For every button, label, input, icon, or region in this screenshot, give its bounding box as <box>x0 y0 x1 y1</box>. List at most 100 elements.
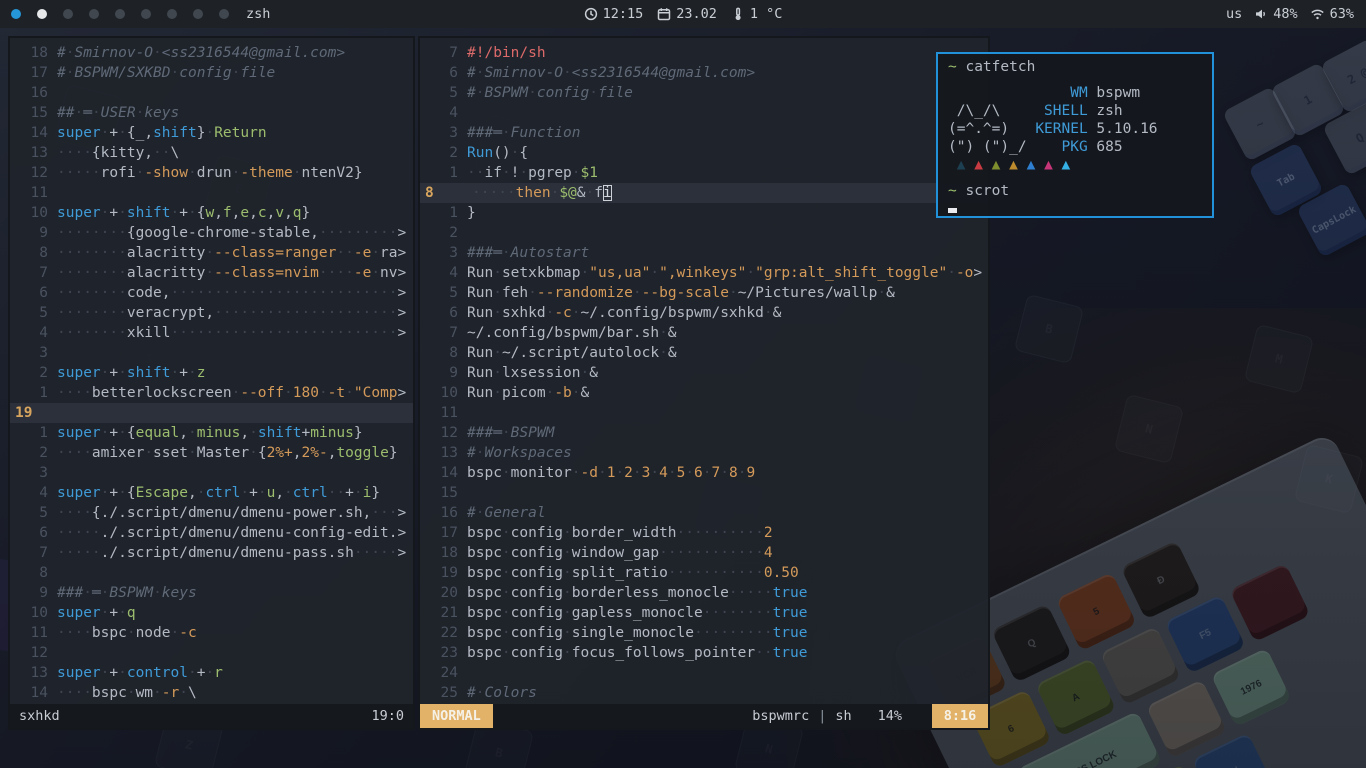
volume-module[interactable]: 48% <box>1254 6 1297 22</box>
code-line: 11 <box>420 403 988 423</box>
window-title: zsh <box>246 6 270 22</box>
line-number: 5 <box>10 303 57 323</box>
line-number: 3 <box>10 463 57 483</box>
code-line: 16#·General <box>420 503 988 523</box>
workspace-dot-7[interactable] <box>167 9 177 19</box>
code-line: ~ scrot <box>948 183 1202 201</box>
keyboard-layout[interactable]: us <box>1226 6 1242 22</box>
workspace-dot-2[interactable] <box>37 9 47 19</box>
workspace-dot-8[interactable] <box>193 9 203 19</box>
line-number: 10 <box>10 603 57 623</box>
statusline-filename: sxhkd <box>10 708 69 724</box>
terminal-cursor <box>948 208 957 213</box>
line-number: 5 <box>10 503 57 523</box>
code-line: WM bspwm <box>948 85 1202 103</box>
code-line: 8 <box>10 563 413 583</box>
left-terminal-window[interactable]: 18#·Smirnov-O·<ss2316544@gmail.com>17#·B… <box>8 36 415 730</box>
workspace-dot-9[interactable] <box>219 9 229 19</box>
line-number: 1 <box>420 203 467 223</box>
code-line: 12###═·BSPWM <box>420 423 988 443</box>
line-number: 24 <box>420 663 467 683</box>
code-line: 20bspc·config·borderless_monocle·····tru… <box>420 583 988 603</box>
code-line: 3###═·Function <box>420 123 988 143</box>
line-number: 1 <box>10 383 57 403</box>
code-line: 5········veracrypt,·····················… <box>10 303 413 323</box>
line-number: 1 <box>10 423 57 443</box>
code-line: 13#·Workspaces <box>420 443 988 463</box>
fetch-buffer: ~ catfetch WM bspwm /\_/\ SHELL zsh(=^.^… <box>948 59 1202 218</box>
code-line: 7·····./.script/dmenu/dmenu-pass.sh·····… <box>10 543 413 563</box>
line-number: 7 <box>10 543 57 563</box>
statusline-cursor-position: 8:16 <box>932 704 988 728</box>
line-number: 14 <box>10 683 57 703</box>
wifi-text: 63% <box>1330 6 1354 22</box>
code-line: 19bspc·config·split_ratio···········0.50 <box>420 563 988 583</box>
code-line: 25#·Colors <box>420 683 988 703</box>
topbar-left: zsh <box>0 6 270 22</box>
cursor-line: 19 <box>10 403 413 423</box>
line-number: 9 <box>10 583 57 603</box>
temperature-module: 1 °C <box>731 6 783 22</box>
line-number: 25 <box>420 683 467 703</box>
code-line: 12·····rofi·-show·drun·-theme·ntenV2} <box>10 163 413 183</box>
right-terminal-window[interactable]: 7#!/bin/sh6#·Smirnov-O·<ss2316544@gmail.… <box>418 36 990 730</box>
workspace-dot-1[interactable] <box>11 9 21 19</box>
workspace-dot-3[interactable] <box>63 9 73 19</box>
line-number: 3 <box>10 343 57 363</box>
line-number: 6 <box>10 523 57 543</box>
line-number: 2 <box>420 223 467 243</box>
line-number: 1 <box>420 163 467 183</box>
right-editor-buffer[interactable]: 7#!/bin/sh6#·Smirnov-O·<ss2316544@gmail.… <box>420 38 988 704</box>
line-number: 5 <box>420 283 467 303</box>
line-number: 17 <box>10 63 57 83</box>
cursor-line: 8·····then·$@&·fi <box>420 183 988 203</box>
line-number: 11 <box>10 623 57 643</box>
code-line: 1··if·!·pgrep·$1 <box>420 163 988 183</box>
code-line: 3###═·Autostart <box>420 243 988 263</box>
code-line: 6#·Smirnov-O·<ss2316544@gmail.com> <box>420 63 988 83</box>
right-statusline: NORMAL bspwmrc | sh 14% 8:16 <box>420 704 988 728</box>
line-number: 2 <box>10 443 57 463</box>
code-line: 21bspc·config·gapless_monocle········tru… <box>420 603 988 623</box>
left-editor-buffer[interactable]: 18#·Smirnov-O·<ss2316544@gmail.com>17#·B… <box>10 38 413 704</box>
line-number: 6 <box>10 283 57 303</box>
code-line: 10Run·picom·-b·& <box>420 383 988 403</box>
code-line: /\_/\ SHELL zsh <box>948 103 1202 121</box>
line-number: 21 <box>420 603 467 623</box>
statusline-scroll-percent: 14% <box>878 708 902 724</box>
topbar-right: us 48% 63% <box>1226 6 1366 22</box>
line-number: 8 <box>10 563 57 583</box>
workspace-dot-4[interactable] <box>89 9 99 19</box>
line-number: 4 <box>10 323 57 343</box>
line-number: 23 <box>420 643 467 663</box>
line-number: 10 <box>420 383 467 403</box>
line-number: 2 <box>10 363 57 383</box>
wifi-module[interactable]: 63% <box>1310 6 1354 22</box>
line-number: 13 <box>10 663 57 683</box>
code-line: 1····betterlockscreen·--off·180·-t·"Comp… <box>10 383 413 403</box>
line-number: 19 <box>420 563 467 583</box>
fetch-terminal-window[interactable]: ~ catfetch WM bspwm /\_/\ SHELL zsh(=^.^… <box>936 52 1214 218</box>
code-line: 14bspc·monitor·-d·1·2·3·4·5·6·7·8·9 <box>420 463 988 483</box>
line-number: 5 <box>420 83 467 103</box>
clock-module: 12:15 <box>584 6 644 22</box>
workspace-dot-5[interactable] <box>115 9 125 19</box>
code-line: 17bspc·config·border_width··········2 <box>420 523 988 543</box>
code-line: 2super·+·shift·+·z <box>10 363 413 383</box>
code-line: 7········alacritty·--class=nvim····-e·nv… <box>10 263 413 283</box>
code-line: 6·····./.script/dmenu/dmenu-config-edit.… <box>10 523 413 543</box>
workspace-dot-6[interactable] <box>141 9 151 19</box>
code-line: 13super·+·control·+·r <box>10 663 413 683</box>
code-line: 5Run·feh·--randomize·--bg-scale·~/Pictur… <box>420 283 988 303</box>
statusline-separator: | <box>809 708 835 724</box>
line-number: 2 <box>420 143 467 163</box>
code-line: 7#!/bin/sh <box>420 43 988 63</box>
line-number: 8 <box>10 243 57 263</box>
code-line: 8········alacritty·--class=ranger··-e·ra… <box>10 243 413 263</box>
line-number: 7 <box>420 323 467 343</box>
line-number: 8 <box>420 343 467 363</box>
date-text: 23.02 <box>676 6 717 22</box>
line-number: 7 <box>420 43 467 63</box>
code-line: 10super·+·q <box>10 603 413 623</box>
line-number: 16 <box>420 503 467 523</box>
